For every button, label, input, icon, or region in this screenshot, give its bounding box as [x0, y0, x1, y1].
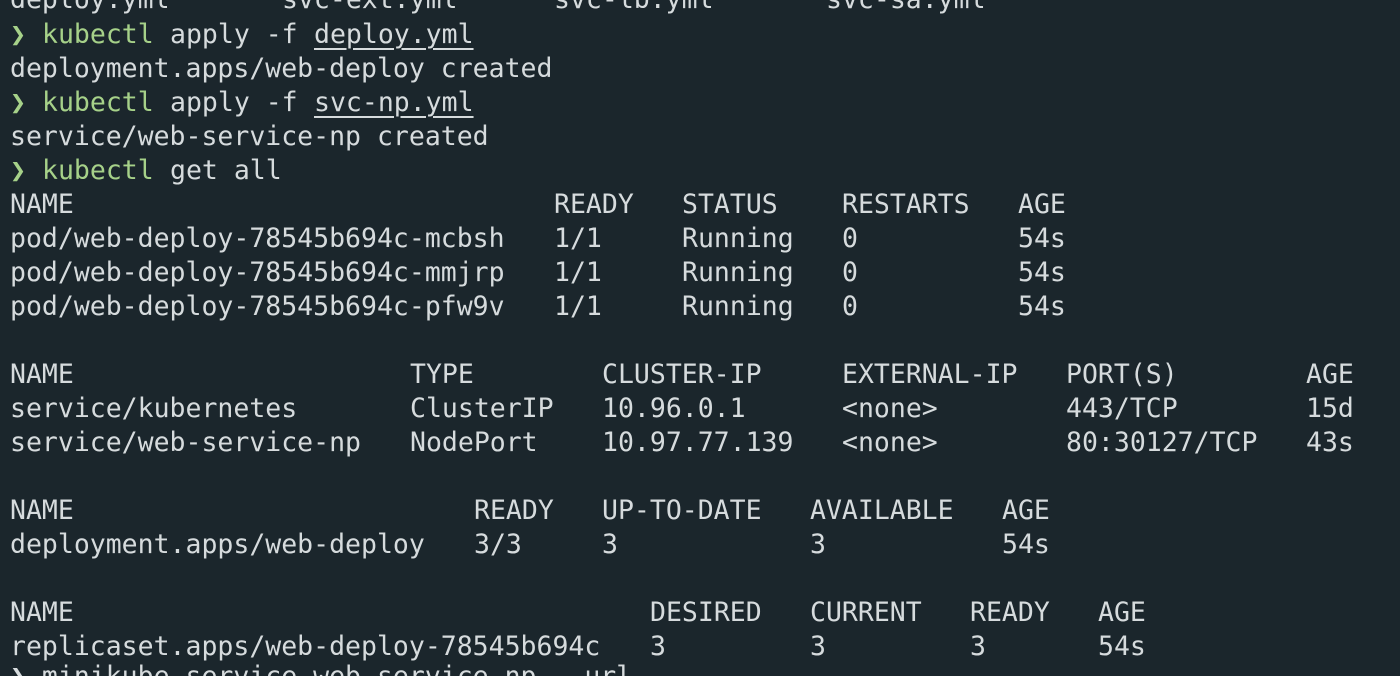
pod-restarts: 0 [842, 291, 858, 322]
service-name: service/web-service-np [10, 427, 361, 458]
command-args: apply -f [170, 19, 298, 50]
pod-name: pod/web-deploy-78545b694c-mmjrp [10, 257, 505, 288]
command-line: ❯ kubectl get all [10, 154, 282, 188]
service-age: 43s [1306, 427, 1354, 458]
pod-name: pod/web-deploy-78545b694c-mcbsh [10, 223, 505, 254]
deployment-up-to-date: 3 [602, 529, 618, 560]
table-row: service/web-service-np NodePort 10.97.77… [10, 426, 1354, 460]
pod-status: Running [682, 223, 794, 254]
services-table-header: NAME TYPE CLUSTER-IP EXTERNAL-IP PORT(S)… [10, 358, 1354, 392]
pod-restarts: 0 [842, 257, 858, 288]
replicaset-current: 3 [810, 631, 826, 662]
column-header: READY [474, 495, 554, 526]
command-file-link[interactable]: deploy.yml [314, 18, 474, 52]
column-header: PORT(S) [1066, 359, 1178, 390]
service-name: service/kubernetes [10, 393, 298, 424]
table-row: pod/web-deploy-78545b694c-pfw9v 1/1 Runn… [10, 290, 1066, 324]
service-age: 15d [1306, 393, 1354, 424]
pod-ready: 1/1 [554, 223, 602, 254]
pod-status: Running [682, 291, 794, 322]
service-type: NodePort [410, 427, 538, 458]
column-header: CURRENT [810, 597, 922, 628]
service-external-ip: <none> [842, 393, 938, 424]
partial-file-listing: deploy.yml svc-ext.yml svc-lb.yml svc-sa… [10, 0, 986, 17]
deployment-age: 54s [1002, 529, 1050, 560]
deployment-available: 3 [810, 529, 826, 560]
prompt-icon: ❯ [10, 19, 26, 50]
table-row: pod/web-deploy-78545b694c-mcbsh 1/1 Runn… [10, 222, 1066, 256]
column-header: NAME [10, 597, 74, 628]
replicaset-ready: 3 [970, 631, 986, 662]
column-header: NAME [10, 495, 74, 526]
terminal-window[interactable]: deploy.yml svc-ext.yml svc-lb.yml svc-sa… [0, 0, 1400, 676]
column-header: EXTERNAL-IP [842, 359, 1018, 390]
table-row: service/kubernetes ClusterIP 10.96.0.1 <… [10, 392, 1354, 426]
command-file-link[interactable]: svc-np.yml [314, 86, 474, 120]
column-header: AGE [1018, 189, 1066, 220]
service-cluster-ip: 10.97.77.139 [602, 427, 794, 458]
column-header: AGE [1098, 597, 1146, 628]
pod-restarts: 0 [842, 223, 858, 254]
command-output: deployment.apps/web-deploy created [10, 53, 553, 84]
command-args: get all [170, 155, 282, 186]
column-header: AGE [1002, 495, 1050, 526]
file-name: svc-lb.yml [554, 0, 714, 17]
pod-status: Running [682, 257, 794, 288]
column-header: NAME [10, 359, 74, 390]
column-header: CLUSTER-IP [602, 359, 762, 390]
column-header: AVAILABLE [810, 495, 954, 526]
column-header: READY [554, 189, 634, 220]
deployment-ready: 3/3 [474, 529, 522, 560]
pod-ready: 1/1 [554, 291, 602, 322]
pod-age: 54s [1018, 223, 1066, 254]
command-program: kubectl [42, 155, 154, 186]
command-program: kubectl [42, 87, 154, 118]
file-name: deploy.yml [10, 0, 170, 17]
replicaset-desired: 3 [650, 631, 666, 662]
column-header: UP-TO-DATE [602, 495, 762, 526]
replicaset-name: replicaset.apps/web-deploy-78545b694c [10, 631, 601, 662]
replicasets-table-header: NAME DESIRED CURRENT READY AGE [10, 596, 1146, 630]
service-cluster-ip: 10.96.0.1 [602, 393, 746, 424]
table-row: replicaset.apps/web-deploy-78545b694c 3 … [10, 630, 1146, 664]
file-name: svc-sa.yml [826, 0, 986, 17]
column-header: TYPE [410, 359, 474, 390]
column-header: RESTARTS [842, 189, 970, 220]
column-header: DESIRED [650, 597, 762, 628]
column-header: STATUS [682, 189, 778, 220]
command-args: apply -f [170, 87, 298, 118]
service-type: ClusterIP [410, 393, 554, 424]
command-line: ❯ kubectl apply -f deploy.yml [10, 18, 474, 52]
service-ports: 80:30127/TCP [1066, 427, 1258, 458]
pod-ready: 1/1 [554, 257, 602, 288]
prompt-icon: ❯ [10, 155, 26, 186]
partial-command-line: ❯ minikube service web-service-np --url [10, 660, 632, 676]
command-line: ❯ kubectl apply -f svc-np.yml [10, 86, 474, 120]
prompt-icon: ❯ [10, 87, 26, 118]
pod-age: 54s [1018, 291, 1066, 322]
table-row: pod/web-deploy-78545b694c-mmjrp 1/1 Runn… [10, 256, 1066, 290]
service-ports: 443/TCP [1066, 393, 1178, 424]
column-header: AGE [1306, 359, 1354, 390]
command-program: kubectl [42, 19, 154, 50]
service-external-ip: <none> [842, 427, 938, 458]
pod-name: pod/web-deploy-78545b694c-pfw9v [10, 291, 505, 322]
command-output: service/web-service-np created [10, 121, 489, 152]
pods-table-header: NAME READY STATUS RESTARTS AGE [10, 188, 1066, 222]
column-header: NAME [10, 189, 74, 220]
table-row: deployment.apps/web-deploy 3/3 3 3 54s [10, 528, 1050, 562]
column-header: READY [970, 597, 1050, 628]
pod-age: 54s [1018, 257, 1066, 288]
replicaset-age: 54s [1098, 631, 1146, 662]
deployments-table-header: NAME READY UP-TO-DATE AVAILABLE AGE [10, 494, 1050, 528]
deployment-name: deployment.apps/web-deploy [10, 529, 425, 560]
file-name: svc-ext.yml [282, 0, 458, 17]
